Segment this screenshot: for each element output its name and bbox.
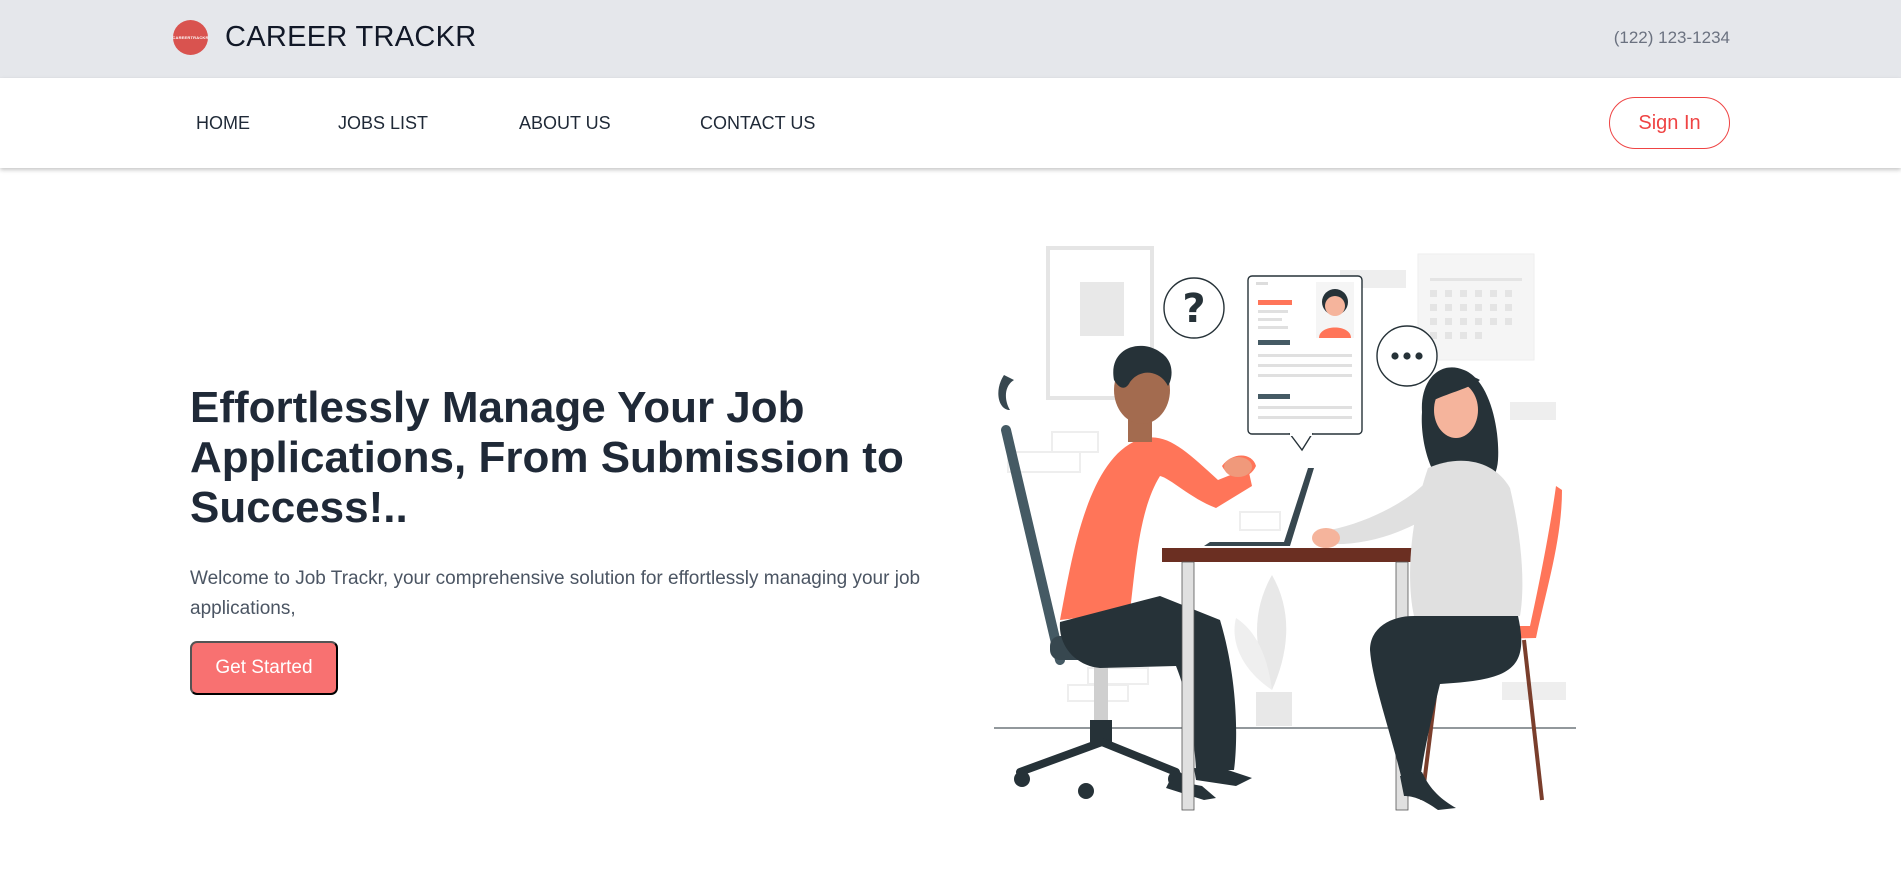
main-nav: HOME JOBS LIST ABOUT US CONTACT US Sign … bbox=[0, 78, 1901, 168]
logo-text: CAREERTRACKR bbox=[172, 35, 209, 40]
brand[interactable]: CAREERTRACKR CAREER TRACKR bbox=[172, 20, 477, 55]
nav-contact-us[interactable]: CONTACT US bbox=[700, 113, 815, 134]
hero-description: Welcome to Job Trackr, your comprehensiv… bbox=[190, 568, 921, 619]
logo-icon: CAREERTRACKR bbox=[172, 20, 209, 55]
nav-home[interactable]: HOME bbox=[196, 113, 250, 134]
job-interview-illustration-icon: ? bbox=[994, 246, 1576, 811]
nav-jobs-list[interactable]: JOBS LIST bbox=[338, 113, 428, 134]
brand-name: CAREER TRACKR bbox=[225, 21, 477, 53]
nav-about-us[interactable]: ABOUT US bbox=[519, 113, 611, 134]
get-started-button[interactable]: Get Started bbox=[190, 641, 338, 695]
phone-number: (122) 123-1234 bbox=[1613, 28, 1730, 47]
svg-text:?: ? bbox=[1182, 286, 1205, 332]
hero-title: Effortlessly Manage Your Job Application… bbox=[190, 383, 904, 532]
sign-in-button[interactable]: Sign In bbox=[1609, 97, 1730, 149]
top-bar: CAREERTRACKR CAREER TRACKR (122) 123-123… bbox=[0, 0, 1901, 78]
